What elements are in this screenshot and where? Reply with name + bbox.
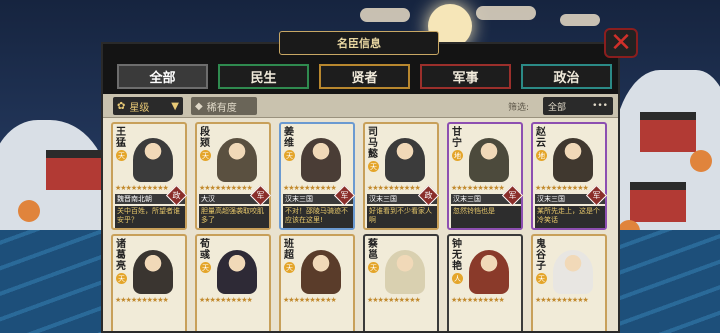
gear-icon: ✿ [117,100,126,112]
type-label: 军 [340,191,349,200]
rank-badge: 天 [368,262,379,273]
cloud [360,8,410,22]
minister-name: 蔡邕 [368,239,378,261]
minister-card[interactable]: 荀彧天 ★★★★★★★★★★ [195,234,271,331]
minister-card[interactable]: 班超天 ★★★★★★★★★★ [279,234,355,331]
chevron-down-icon: ▼ [171,100,179,112]
type-label: 军 [508,191,517,200]
rank-badge: 天 [116,150,127,161]
filter-value: 全部 [548,102,567,113]
minister-name: 姜维 [284,127,294,149]
tab-all[interactable]: 全部 [117,64,208,89]
minister-portrait [553,138,593,182]
rank-badge: 天 [284,262,295,273]
autumn-tree [18,200,40,222]
minister-portrait [217,250,257,294]
minister-card[interactable]: 段颎天 ★★★★★★★★★★ 大汉军胆量高超强袭取咬肌多了 [195,122,272,230]
minister-quote: 不对！邵陵马骑迹不应该在这里! [283,206,353,228]
minister-card[interactable]: 诸葛亮天 ★★★★★★★★★★ [111,234,187,331]
minister-name: 钟无艳 [452,239,462,272]
minister-quote: 关中百姓，所望者谁安乎？ [115,206,185,228]
minister-quote: 胆量高超强袭取咬肌多了 [199,206,269,228]
minister-card[interactable]: 司马懿天 ★★★★★★★★★★ 汉末三国政好谁看到不少看家人啊 [363,122,440,230]
type-label: 军 [256,191,265,200]
star-rating: ★★★★★★★★★★ [535,296,589,304]
rank-badge: 天 [200,262,211,273]
filter-dropdown[interactable]: 全部 ••• [543,97,613,115]
minister-portrait [385,138,425,182]
rank-badge: 天 [536,273,547,284]
minister-card[interactable]: 赵云地 ★★★★★★★★★★ 汉末三国军某所先走上，这是个冷笑话 [531,122,608,230]
star-rating: ★★★★★★★★★★ [115,296,169,304]
rank-badge: 地 [452,150,463,161]
left-temple [46,150,102,190]
minister-card[interactable]: 甘宁地 ★★★★★★★★★★ 汉末三国军忽然铃铛也是 [447,122,524,230]
minister-quote: 忽然铃铛也是 [451,206,521,228]
tab-livelihood[interactable]: 民生 [218,64,309,89]
type-label: 政 [172,191,181,200]
minister-name: 司马懿 [368,127,378,160]
rank-badge: 天 [284,150,295,161]
sort-star-label: 星级 [129,102,150,114]
sort-rarity-button[interactable]: ◆ 稀有度 [191,97,257,115]
minister-name: 荀彧 [200,239,210,261]
sort-star-button[interactable]: ✿ 星级 ▼ [113,97,183,115]
minister-name: 鬼谷子 [536,239,546,272]
type-label: 军 [592,191,601,200]
minister-name: 班超 [284,239,294,261]
minister-name: 甘宁 [452,127,462,149]
tab-politics[interactable]: 政治 [521,64,612,89]
rank-badge: 天 [116,273,127,284]
minister-portrait [133,250,173,294]
star-rating: ★★★★★★★★★★ [199,296,253,304]
minister-portrait [385,250,425,294]
minister-portrait [469,138,509,182]
minister-card[interactable]: 鬼谷子天 ★★★★★★★★★★ [531,234,607,331]
cloud [560,14,600,26]
minister-portrait [553,250,593,294]
window-title: 名臣信息 [279,31,439,55]
minister-quote: 某所先走上，这是个冷笑话 [535,206,605,228]
rank-badge: 人 [452,273,463,284]
minister-name: 段颎 [200,127,210,149]
star-rating: ★★★★★★★★★★ [283,296,337,304]
type-label: 政 [424,191,433,200]
minister-card[interactable]: 蔡邕天 ★★★★★★★★★★ [363,234,439,331]
autumn-tree [690,150,712,172]
right-temple-bottom [630,182,686,222]
minister-portrait [469,250,509,294]
filter-bar: ✿ 星级 ▼ ◆ 稀有度 筛选: 全部 ••• [103,94,618,118]
minister-portrait [301,138,341,182]
minister-portrait [217,138,257,182]
minister-quote: 好谁看到不少看家人啊 [367,206,437,228]
minister-card[interactable]: 姜维天 ★★★★★★★★★★ 汉末三国军不对！邵陵马骑迹不应该在这里! [279,122,356,230]
rank-badge: 地 [536,150,547,161]
right-temple-top [640,112,696,152]
rank-badge: 天 [368,161,379,172]
diamond-icon: ◆ [195,100,203,112]
rank-badge: 天 [200,150,211,161]
minister-name: 诸葛亮 [116,239,126,272]
minister-info-panel: 全部 民生 贤者 军事 政治 ✿ 星级 ▼ ◆ 稀有度 筛选: 全部 ••• 王… [101,42,620,333]
minister-card[interactable]: 钟无艳人 ★★★★★★★★★★ [447,234,523,331]
tab-military[interactable]: 军事 [420,64,511,89]
minister-name: 王猛 [116,127,126,149]
star-rating: ★★★★★★★★★★ [451,296,505,304]
close-button[interactable]: ✕ [604,28,638,58]
sort-rarity-label: 稀有度 [206,102,237,114]
cloud [476,6,536,20]
minister-portrait [301,250,341,294]
tab-sage[interactable]: 贤者 [319,64,410,89]
minister-card[interactable]: 王猛天 ★★★★★★★★★★ 魏晋南北朝政关中百姓，所望者谁安乎？ [111,122,188,230]
minister-name: 赵云 [536,127,546,149]
minister-portrait [133,138,173,182]
star-rating: ★★★★★★★★★★ [367,296,421,304]
more-icon: ••• [592,101,608,111]
close-icon: ✕ [610,28,632,58]
filter-label: 筛选: [508,103,530,113]
